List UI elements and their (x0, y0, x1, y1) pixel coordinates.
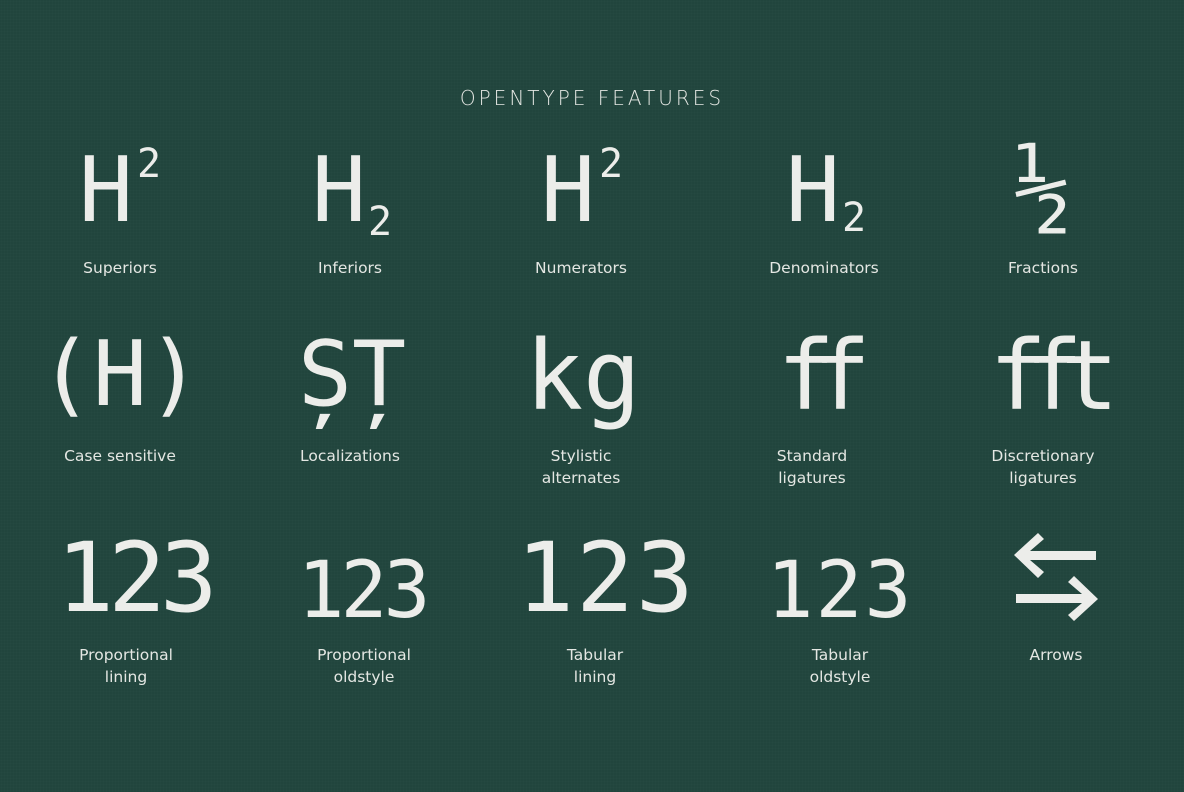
case-sensitive-label: Case sensitive (64, 447, 176, 465)
tabular-lining-glyph: 123 (516, 522, 696, 634)
tabular-lining-label: Tabular lining (566, 646, 624, 686)
inferiors-label: Inferiors (318, 259, 382, 277)
discretionary-ligatures-glyph: fft (989, 320, 1118, 432)
proportional-lining-glyph: 123 (56, 522, 217, 634)
proportional-oldstyle-label: Proportional oldstyle (317, 646, 411, 686)
denominators-glyph: H2 (785, 138, 867, 243)
proportional-oldstyle-glyph: 123 (297, 546, 431, 636)
denominators-label: Denominators (769, 259, 879, 277)
case-sensitive-glyph: (H) (38, 322, 202, 427)
left-right-arrows-icon (1014, 533, 1098, 621)
inferiors-glyph: H2 (311, 138, 393, 245)
fractions-glyph: ½ (1014, 132, 1072, 244)
page-title: OPENTYPE FEATURES (459, 86, 725, 110)
stylistic-alternates-label: Stylistic alternates (541, 447, 621, 487)
localizations-glyph: ȘȚ (297, 322, 407, 427)
discretionary-ligatures-label: Discretionary ligatures (991, 447, 1095, 487)
superiors-label: Superiors (83, 259, 157, 277)
localizations-label: Localizations (300, 447, 400, 465)
standard-ligatures-glyph: ff (777, 320, 870, 432)
fractions-label: Fractions (1008, 259, 1078, 277)
standard-ligatures-label: Standard ligatures (776, 447, 848, 487)
arrows-label: Arrows (1029, 646, 1083, 664)
proportional-lining-label: Proportional lining (79, 646, 173, 686)
tabular-oldstyle-label: Tabular oldstyle (809, 646, 871, 686)
superiors-glyph: H2 (78, 138, 162, 243)
stylistic-alternates-glyph: kg (525, 320, 641, 432)
numerators-glyph: H2 (540, 138, 624, 243)
tabular-oldstyle-glyph: 123 (766, 546, 914, 636)
numerators-label: Numerators (535, 259, 627, 277)
